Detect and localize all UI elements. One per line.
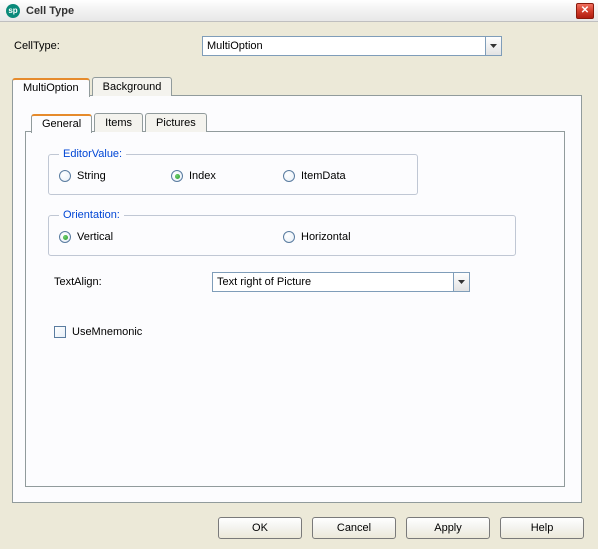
tab-multioption[interactable]: MultiOption: [12, 78, 90, 97]
textalign-row: TextAlign: Text right of Picture: [54, 272, 550, 292]
editorvalue-legend: EditorValue:: [59, 148, 126, 160]
outer-tabs: MultiOption Background General Items Pic…: [12, 74, 586, 504]
radio-icon: [171, 170, 183, 182]
editorvalue-group: EditorValue: String Index: [48, 148, 418, 195]
radio-vertical[interactable]: Vertical: [59, 231, 283, 243]
inner-tabbar: General Items Pictures: [31, 110, 569, 132]
celltype-row: CellType: MultiOption: [12, 36, 586, 56]
cancel-button[interactable]: Cancel: [312, 517, 396, 539]
chevron-down-icon: [485, 37, 501, 55]
button-bar: OK Cancel Apply Help: [0, 517, 598, 539]
apply-button[interactable]: Apply: [406, 517, 490, 539]
tab-general[interactable]: General: [31, 114, 92, 133]
tab-background[interactable]: Background: [92, 77, 173, 96]
radio-itemdata[interactable]: ItemData: [283, 170, 395, 182]
chevron-down-icon: [453, 273, 469, 291]
textalign-value: Text right of Picture: [213, 276, 453, 288]
close-button[interactable]: ✕: [576, 3, 594, 19]
help-button[interactable]: Help: [500, 517, 584, 539]
celltype-select[interactable]: MultiOption: [202, 36, 502, 56]
tab-items[interactable]: Items: [94, 113, 143, 132]
close-icon: ✕: [581, 5, 589, 16]
radio-icon: [59, 231, 71, 243]
outer-tabbar: MultiOption Background: [12, 74, 586, 96]
orientation-legend: Orientation:: [59, 209, 124, 221]
radio-horizontal[interactable]: Horizontal: [283, 231, 395, 243]
radio-index[interactable]: Index: [171, 170, 283, 182]
textalign-select[interactable]: Text right of Picture: [212, 272, 470, 292]
app-icon: sp: [6, 4, 20, 18]
inner-tab-pane: EditorValue: String Index: [25, 131, 565, 487]
celltype-value: MultiOption: [203, 40, 485, 52]
inner-tabs: General Items Pictures EditorValue: Stri…: [25, 110, 569, 488]
checkbox-icon: [54, 326, 66, 338]
radio-icon: [59, 170, 71, 182]
radio-icon: [283, 170, 295, 182]
tab-pictures[interactable]: Pictures: [145, 113, 207, 132]
radio-icon: [283, 231, 295, 243]
usemnemonic-label: UseMnemonic: [72, 326, 142, 338]
title-bar: sp Cell Type ✕: [0, 0, 598, 22]
textalign-label: TextAlign:: [54, 276, 212, 288]
window-title: Cell Type: [26, 5, 576, 17]
radio-string[interactable]: String: [59, 170, 171, 182]
celltype-label: CellType:: [12, 40, 202, 52]
ok-button[interactable]: OK: [218, 517, 302, 539]
usemnemonic-checkbox[interactable]: UseMnemonic: [54, 326, 550, 338]
orientation-group: Orientation: Vertical Horizontal: [48, 209, 516, 256]
outer-tab-pane: General Items Pictures EditorValue: Stri…: [12, 95, 582, 503]
